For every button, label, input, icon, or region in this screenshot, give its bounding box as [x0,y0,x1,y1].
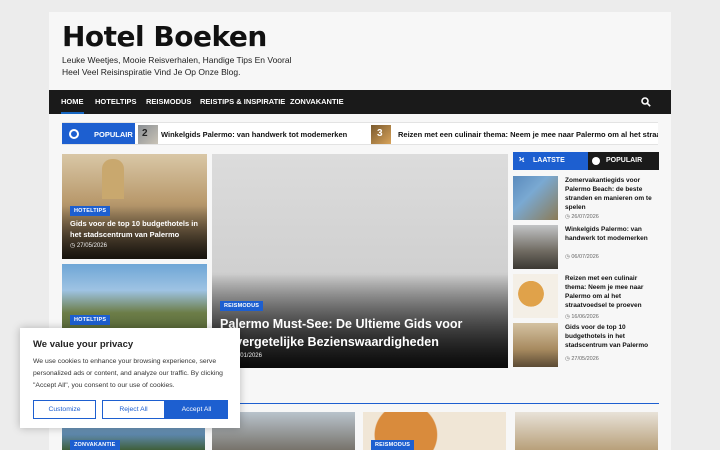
category-tag[interactable]: REISMODUS [371,440,415,450]
tab-label: LAATSTE [533,157,565,164]
ticker-item-1[interactable]: Winkelgids Palermo: van handwerk tot mod… [161,123,347,144]
accept-all-button[interactable]: Accept All [165,400,228,419]
cookie-title: We value your privacy [33,339,134,350]
card-title[interactable]: Palermo Must-See: De Ultieme Gids voor o… [220,315,500,351]
ticker-label-text: POPULAIR [94,130,133,139]
post-date-text: 16/06/2026 [571,314,599,320]
card-date-text: 27/05/2026 [76,243,107,249]
post-thumbnail[interactable] [513,176,558,220]
nav-item-zonvakantie[interactable]: ZONVAKANTIE [290,90,344,114]
nav-item-reistips[interactable]: REISTIPS & INSPIRATIE [200,90,285,114]
tab-label: POPULAIR [606,157,643,164]
category-tag[interactable]: ZONVAKANTIE [70,440,120,450]
ticker-number-1: 2 [142,128,148,139]
post-date-text: 27/05/2026 [571,356,599,362]
post-date: ◷ 06/07/2026 [565,254,599,260]
sidebar-post[interactable]: Winkelgids Palermo: van handwerk tot mod… [513,225,659,271]
category-tag[interactable]: REISMODUS [220,301,264,311]
post-thumbnail[interactable] [513,225,558,269]
dome-image [102,159,124,199]
circle-icon [69,129,79,139]
post-date: ◷ 27/05/2026 [565,356,599,362]
nav-item-hoteltips[interactable]: HOTELTIPS [95,90,137,114]
post-thumbnail[interactable] [513,274,558,318]
post-date: ◷ 16/06/2026 [565,314,599,320]
search-icon[interactable] [641,97,651,107]
nav-item-reismodus[interactable]: REISMODUS [146,90,191,114]
ticker-label: POPULAIR [62,123,135,144]
category-tag[interactable]: HOTELTIPS [70,206,111,216]
post-date-text: 26/07/2026 [571,214,599,220]
ticker-item-2[interactable]: Reizen met een culinair thema: Neem je m… [398,123,658,144]
cookie-consent-dialog: We value your privacy We use cookies to … [20,328,240,428]
site-title[interactable]: Hotel Boeken [62,20,267,53]
post-title[interactable]: Winkelgids Palermo: van handwerk tot mod… [565,225,659,243]
customize-button[interactable]: Customize [33,400,96,419]
sidebar-tabs: ϟ LAATSTE POPULAIR [513,152,659,170]
tab-populair[interactable]: POPULAIR [588,152,659,170]
post-title[interactable]: Zomervakantiegids voor Palermo Beach: de… [565,176,659,212]
site-tagline: Leuke Weetjes, Mooie Reisverhalen, Handi… [62,55,292,77]
sidebar-post[interactable]: Reizen met een culinair thema: Neem je m… [513,274,659,320]
sidebar-post[interactable]: Gids voor de top 10 budgethotels in het … [513,323,659,369]
featured-main-card[interactable]: REISMODUS Palermo Must-See: De Ultieme G… [212,154,508,368]
bottom-card[interactable]: REISMODUS [363,412,506,450]
cookie-text: We use cookies to enhance your browsing … [33,358,223,389]
main-nav: Home HOTELTIPS REISMODUS REISTIPS & INSP… [49,90,671,114]
post-title[interactable]: Reizen met een culinair thema: Neem je m… [565,274,659,310]
card-title[interactable]: Gids voor de top 10 budgethotels in het … [70,218,202,240]
popular-ticker: POPULAIR 2 Winkelgids Palermo: van handw… [62,122,658,145]
ticker-thumb-1[interactable] [138,125,158,144]
ticker-number-2: 3 [377,128,383,139]
flash-icon: ϟ [519,157,525,164]
sidebar-post[interactable]: Zomervakantiegids voor Palermo Beach: de… [513,176,659,222]
site-header: Hotel Boeken Leuke Weetjes, Mooie Reisve… [49,12,671,90]
bottom-card[interactable] [515,412,658,450]
featured-card-hotel[interactable]: HOTELTIPS Gids voor de top 10 budgethote… [62,154,207,259]
category-tag[interactable]: HOTELTIPS [70,315,111,325]
post-title[interactable]: Gids voor de top 10 budgethotels in het … [565,323,659,350]
card-date: ◷ 27/05/2026 [70,243,107,249]
post-date: ◷ 26/07/2026 [565,214,599,220]
post-thumbnail[interactable] [513,323,558,367]
reject-all-button[interactable]: Reject All [102,400,165,419]
tab-laatste[interactable]: ϟ LAATSTE [513,152,588,170]
circle-icon [592,157,600,165]
nav-item-home[interactable]: Home [61,90,84,114]
post-date-text: 06/07/2026 [571,254,599,260]
